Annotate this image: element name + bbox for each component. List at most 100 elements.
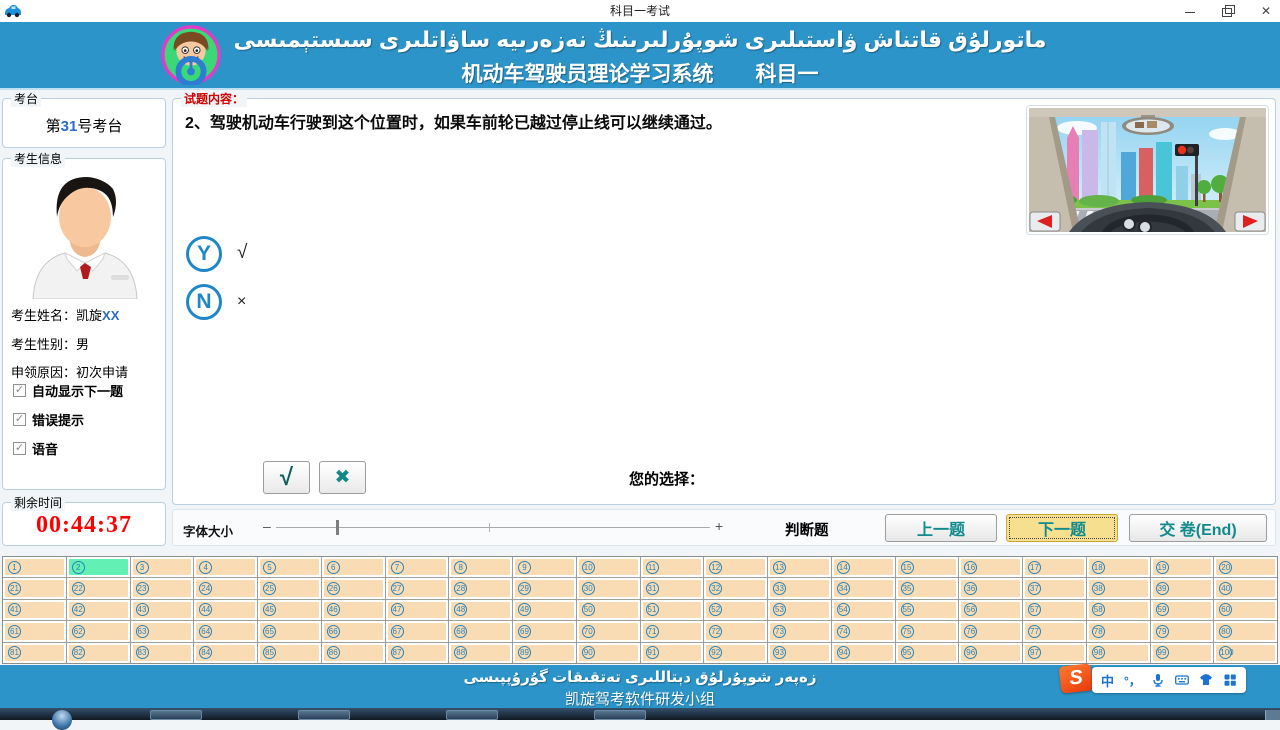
question-cell-81[interactable]: 81 (3, 643, 66, 663)
windows-taskbar[interactable] (0, 708, 1280, 720)
question-cell-61[interactable]: 61 (3, 621, 66, 641)
ime-chinese-mode-icon[interactable]: 中 (1101, 671, 1114, 690)
question-cell-46[interactable]: 46 (322, 600, 385, 620)
question-cell-79[interactable]: 79 (1151, 621, 1214, 641)
question-cell-91[interactable]: 91 (641, 643, 704, 663)
question-cell-83[interactable]: 83 (131, 643, 194, 663)
question-cell-11[interactable]: 11 (641, 557, 704, 577)
sogou-ime-logo-icon[interactable]: S (1059, 663, 1094, 693)
question-cell-75[interactable]: 75 (896, 621, 959, 641)
checkbox-checked-icon[interactable]: ✓ (13, 413, 26, 426)
question-cell-73[interactable]: 73 (768, 621, 831, 641)
checkbox-checked-icon[interactable]: ✓ (13, 384, 26, 397)
question-cell-33[interactable]: 33 (768, 578, 831, 598)
question-cell-94[interactable]: 94 (832, 643, 895, 663)
question-cell-62[interactable]: 62 (67, 621, 130, 641)
show-desktop-button[interactable] (1265, 710, 1280, 720)
question-cell-21[interactable]: 21 (3, 578, 66, 598)
question-cell-14[interactable]: 14 (832, 557, 895, 577)
question-cell-95[interactable]: 95 (896, 643, 959, 663)
question-cell-35[interactable]: 35 (896, 578, 959, 598)
font-larger-control[interactable]: + (715, 518, 723, 534)
checkbox-checked-icon[interactable]: ✓ (13, 442, 26, 455)
question-cell-8[interactable]: 8 (449, 557, 512, 577)
checkbox-auto-next[interactable]: ✓ 自动显示下一题 (13, 381, 123, 400)
question-cell-63[interactable]: 63 (131, 621, 194, 641)
ime-skin-icon[interactable] (1199, 673, 1213, 687)
question-cell-7[interactable]: 7 (386, 557, 449, 577)
taskbar-app-button[interactable] (594, 710, 646, 720)
question-cell-12[interactable]: 12 (704, 557, 767, 577)
checkbox-voice[interactable]: ✓ 语音 (13, 439, 58, 458)
question-cell-30[interactable]: 30 (577, 578, 640, 598)
question-cell-3[interactable]: 3 (131, 557, 194, 577)
answer-wrong-button[interactable]: ✖ (319, 461, 366, 494)
question-cell-97[interactable]: 97 (1023, 643, 1086, 663)
question-cell-42[interactable]: 42 (67, 600, 130, 620)
question-cell-43[interactable]: 43 (131, 600, 194, 620)
next-question-button[interactable]: 下一题 (1006, 514, 1118, 542)
question-cell-89[interactable]: 89 (513, 643, 576, 663)
question-cell-71[interactable]: 71 (641, 621, 704, 641)
question-cell-29[interactable]: 29 (513, 578, 576, 598)
question-cell-99[interactable]: 99 (1151, 643, 1214, 663)
question-cell-44[interactable]: 44 (194, 600, 257, 620)
question-cell-96[interactable]: 96 (959, 643, 1022, 663)
question-cell-20[interactable]: 20 (1214, 557, 1277, 577)
question-cell-36[interactable]: 36 (959, 578, 1022, 598)
question-cell-40[interactable]: 40 (1214, 578, 1277, 598)
question-cell-47[interactable]: 47 (386, 600, 449, 620)
question-cell-90[interactable]: 90 (577, 643, 640, 663)
previous-question-button[interactable]: 上一题 (885, 514, 997, 542)
ime-toolbox-icon[interactable] (1223, 673, 1237, 687)
question-cell-1[interactable]: 1 (3, 557, 66, 577)
question-cell-13[interactable]: 13 (768, 557, 831, 577)
question-cell-57[interactable]: 57 (1023, 600, 1086, 620)
font-size-slider-track[interactable] (276, 527, 710, 528)
question-cell-52[interactable]: 52 (704, 600, 767, 620)
question-cell-64[interactable]: 64 (194, 621, 257, 641)
question-cell-54[interactable]: 54 (832, 600, 895, 620)
question-cell-82[interactable]: 82 (67, 643, 130, 663)
question-cell-10[interactable]: 10 (577, 557, 640, 577)
question-cell-100[interactable]: 100 (1214, 643, 1277, 663)
question-cell-50[interactable]: 50 (577, 600, 640, 620)
question-cell-68[interactable]: 68 (449, 621, 512, 641)
question-cell-2[interactable]: 2 (67, 557, 130, 577)
question-cell-6[interactable]: 6 (322, 557, 385, 577)
question-cell-80[interactable]: 80 (1214, 621, 1277, 641)
question-cell-41[interactable]: 41 (3, 600, 66, 620)
question-cell-31[interactable]: 31 (641, 578, 704, 598)
question-cell-34[interactable]: 34 (832, 578, 895, 598)
question-cell-98[interactable]: 98 (1087, 643, 1150, 663)
restore-button[interactable] (1222, 5, 1234, 17)
question-cell-87[interactable]: 87 (386, 643, 449, 663)
submit-exam-button[interactable]: 交 卷(End) (1129, 514, 1267, 542)
close-button[interactable]: ✕ (1260, 5, 1272, 17)
font-size-slider-thumb[interactable] (336, 520, 339, 535)
question-cell-37[interactable]: 37 (1023, 578, 1086, 598)
option-n-button[interactable]: N (186, 284, 222, 320)
checkbox-error-hint[interactable]: ✓ 错误提示 (13, 410, 84, 429)
taskbar-app-button[interactable] (298, 710, 350, 720)
question-cell-17[interactable]: 17 (1023, 557, 1086, 577)
question-cell-15[interactable]: 15 (896, 557, 959, 577)
question-cell-88[interactable]: 88 (449, 643, 512, 663)
question-cell-78[interactable]: 78 (1087, 621, 1150, 641)
question-cell-85[interactable]: 85 (258, 643, 321, 663)
question-cell-22[interactable]: 22 (67, 578, 130, 598)
question-cell-25[interactable]: 25 (258, 578, 321, 598)
question-cell-28[interactable]: 28 (449, 578, 512, 598)
question-cell-56[interactable]: 56 (959, 600, 1022, 620)
question-cell-93[interactable]: 93 (768, 643, 831, 663)
minimize-button[interactable] (1184, 5, 1196, 17)
question-cell-48[interactable]: 48 (449, 600, 512, 620)
question-cell-92[interactable]: 92 (704, 643, 767, 663)
option-y-button[interactable]: Y (186, 236, 222, 272)
answer-correct-button[interactable]: √ (263, 461, 310, 494)
question-cell-86[interactable]: 86 (322, 643, 385, 663)
question-cell-19[interactable]: 19 (1151, 557, 1214, 577)
taskbar-app-button[interactable] (446, 710, 498, 720)
microphone-icon[interactable] (1151, 673, 1165, 687)
question-cell-60[interactable]: 60 (1214, 600, 1277, 620)
